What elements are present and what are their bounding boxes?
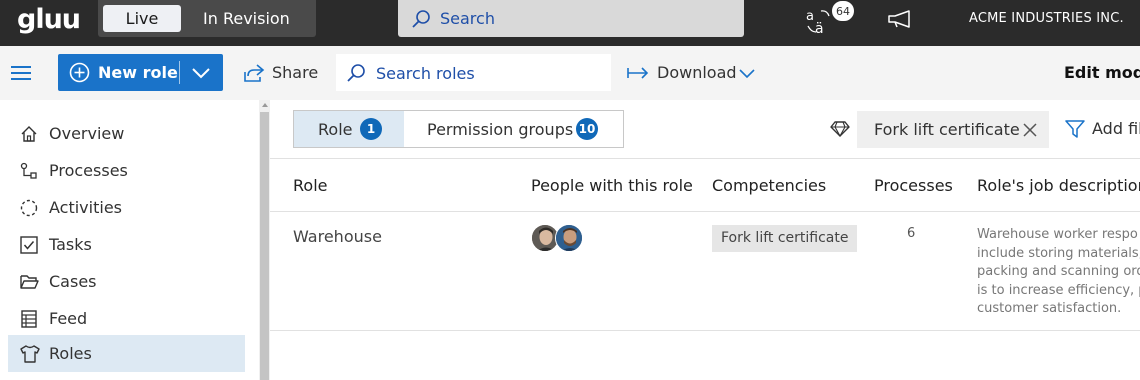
gluu-logo[interactable]: gluu (17, 4, 81, 35)
tab-role-label: Role (318, 120, 353, 139)
chevron-down-icon (739, 69, 755, 79)
search-icon (347, 64, 365, 82)
filter-chip-label: Fork lift certificate (874, 120, 1020, 139)
sidebar-item-label: Processes (49, 161, 128, 180)
global-search-input[interactable]: Search (398, 0, 744, 37)
avatar[interactable] (555, 224, 583, 252)
top-bar: gluu Live In Revision Search a ä 64 ACME… (0, 0, 1140, 46)
description-line: Warehouse worker respo (977, 227, 1138, 242)
sidebar-item-label: Activities (49, 198, 122, 217)
folder-icon (20, 275, 39, 289)
column-header-competencies[interactable]: Competencies (712, 176, 826, 195)
scroll-up-arrow-icon[interactable] (261, 101, 269, 109)
header-divider (270, 158, 1140, 159)
global-search-placeholder: Search (440, 9, 495, 28)
competency-tag[interactable]: Fork lift certificate (712, 225, 858, 252)
export-arrow-icon (627, 67, 649, 79)
share-icon (244, 64, 265, 82)
sidebar: Overview Processes Activities Tasks Case… (0, 100, 259, 380)
diamond-icon[interactable] (830, 120, 850, 138)
sidebar-item-label: Overview (49, 124, 125, 143)
svg-text:ä: ä (815, 21, 824, 36)
checkbox-icon (20, 236, 38, 254)
column-header-people[interactable]: People with this role (531, 176, 693, 195)
column-header-processes[interactable]: Processes (874, 176, 953, 195)
sidebar-item-activities[interactable]: Activities (8, 189, 245, 226)
megaphone-icon[interactable] (886, 9, 916, 29)
role-description: Warehouse worker respo include storing m… (977, 226, 1140, 319)
new-role-button[interactable]: New role (58, 54, 223, 91)
search-icon (412, 10, 430, 28)
sidebar-item-label: Feed (49, 309, 88, 328)
sidebar-item-cases[interactable]: Cases (8, 263, 245, 300)
view-tabs: Role 1 Permission groups 10 (293, 110, 624, 148)
description-line: include storing materials, (977, 245, 1140, 261)
sidebar-item-tasks[interactable]: Tasks (8, 226, 245, 263)
mode-live-button[interactable]: Live (103, 5, 181, 32)
sidebar-item-overview[interactable]: Overview (8, 115, 245, 152)
tab-permission-groups-label: Permission groups (427, 120, 574, 139)
svg-text:a: a (806, 9, 814, 24)
button-divider (179, 61, 180, 84)
shirt-icon (20, 345, 40, 363)
description-line: customer satisfaction. (977, 301, 1122, 316)
plus-circle-icon (69, 62, 90, 83)
notification-count-badge: 64 (831, 0, 855, 22)
role-name-link[interactable]: Warehouse (293, 227, 382, 246)
edit-mode-label[interactable]: Edit mode (1064, 63, 1140, 82)
processes-count: 6 (907, 226, 916, 241)
sidebar-scroll-thumb[interactable] (260, 112, 269, 380)
main-content: Role 1 Permission groups 10 Fork lift ce… (270, 100, 1140, 380)
people-avatars (531, 224, 591, 254)
add-filter-label: Add fil (1092, 119, 1140, 138)
share-label: Share (272, 63, 319, 82)
activities-icon (20, 199, 38, 217)
company-name[interactable]: ACME INDUSTRIES INC. (969, 11, 1124, 26)
column-header-role[interactable]: Role (293, 176, 327, 195)
search-roles-input[interactable]: Search roles (336, 54, 611, 91)
mode-in-revision-button[interactable]: In Revision (203, 5, 290, 32)
feed-icon (21, 310, 37, 328)
search-roles-placeholder: Search roles (376, 64, 475, 83)
filter-icon (1065, 120, 1085, 138)
sidebar-item-processes[interactable]: Processes (8, 152, 245, 189)
download-label: Download (657, 63, 737, 82)
new-role-label: New role (98, 63, 178, 82)
description-line: packing and scanning ord (977, 264, 1140, 279)
tab-permission-groups-count: 10 (576, 118, 598, 140)
mode-switch: Live In Revision (98, 0, 316, 37)
close-icon[interactable] (1023, 123, 1037, 137)
description-line: is to increase efficiency, p (977, 282, 1140, 298)
sidebar-item-label: Roles (49, 344, 92, 363)
sidebar-item-feed[interactable]: Feed (8, 300, 245, 337)
sidebar-item-label: Cases (49, 272, 97, 291)
process-icon (20, 162, 37, 179)
row-divider (270, 330, 1140, 331)
chevron-down-icon[interactable] (191, 66, 211, 80)
toolbar: New role Share Search roles Download Edi (0, 46, 1140, 100)
hamburger-menu-icon[interactable] (11, 65, 33, 81)
home-icon (21, 126, 37, 142)
column-header-job-description[interactable]: Role's job description (977, 176, 1140, 195)
sidebar-item-label: Tasks (49, 235, 92, 254)
tab-role-count: 1 (360, 118, 382, 140)
sidebar-item-roles[interactable]: Roles (8, 335, 245, 372)
tab-role[interactable]: Role 1 (294, 111, 404, 147)
active-filter-chip[interactable]: Fork lift certificate (857, 111, 1049, 148)
table-header-divider (270, 211, 1140, 212)
tab-permission-groups[interactable]: Permission groups 10 (404, 111, 623, 147)
